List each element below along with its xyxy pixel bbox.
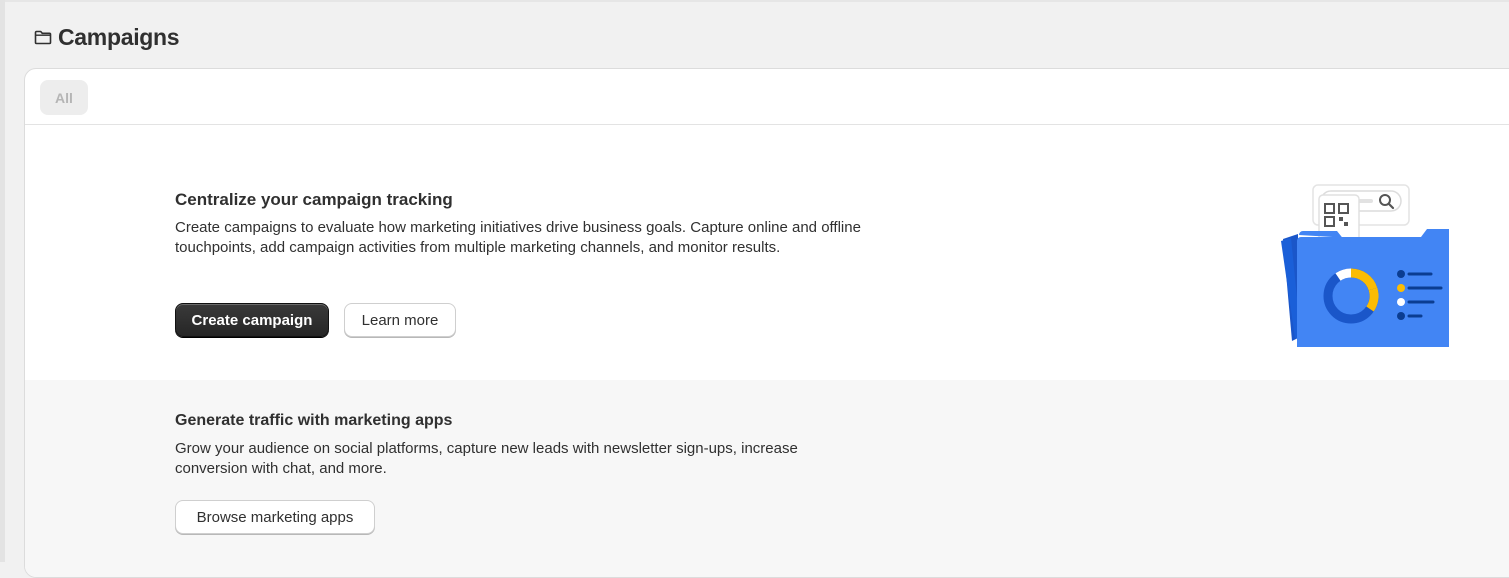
empty-state-description: Create campaigns to evaluate how marketi… [175, 219, 861, 256]
marketing-apps-title: Generate traffic with marketing apps [175, 412, 453, 429]
tab-all[interactable]: All [40, 80, 88, 115]
empty-state: Centralize your campaign tracking Create… [25, 125, 1509, 380]
campaign-folder-illustration [1253, 177, 1469, 352]
browse-marketing-apps-button[interactable]: Browse marketing apps [175, 500, 375, 534]
left-rail [0, 0, 5, 562]
page-title: Campaigns [58, 24, 180, 50]
learn-more-button[interactable]: Learn more [344, 303, 456, 337]
page-header: Campaigns [34, 22, 180, 52]
campaigns-card: All Centralize your campaign tracking Cr… [24, 68, 1509, 578]
marketing-apps-section: Generate traffic with marketing apps Gro… [25, 380, 1509, 577]
marketing-apps-description: Grow your audience on social platforms, … [175, 440, 798, 477]
empty-state-title: Centralize your campaign tracking [175, 190, 453, 209]
top-border [0, 0, 1509, 2]
folder-icon [34, 29, 52, 45]
tab-bar: All [25, 69, 1509, 125]
create-campaign-button[interactable]: Create campaign [175, 303, 329, 337]
